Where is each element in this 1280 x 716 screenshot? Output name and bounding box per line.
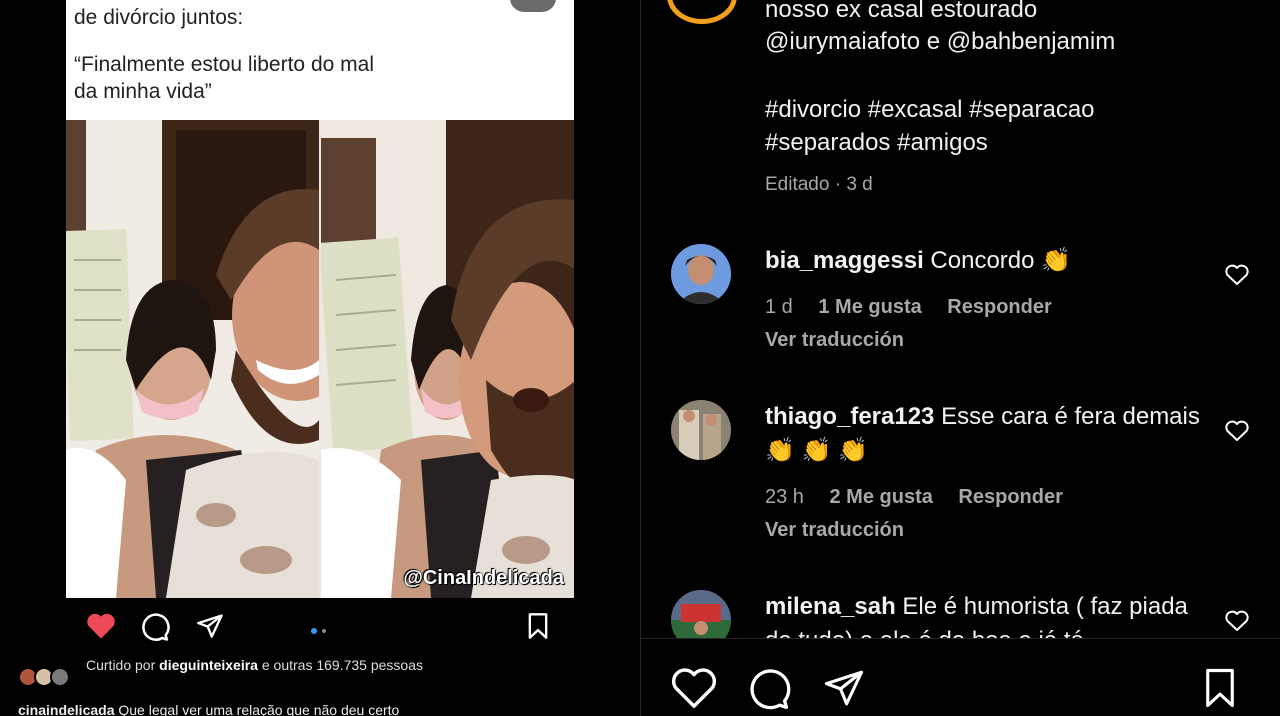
reply-button[interactable]: Responder [958,486,1062,508]
comment-text: thiago_fera123 Esse cara é fera demais 👏… [765,400,1205,468]
comment-icon[interactable] [747,667,791,716]
liked-by-suffix: e outras 169.735 pessoas [261,657,423,673]
meme-line: “Finalmente estou liberto do mal [74,53,374,76]
comment-meta: 23 h 2 Me gusta Responder [765,486,1083,509]
comment-likes[interactable]: 2 Me gusta [830,486,933,508]
caption-line: nosso ex casal estourado [765,0,1038,23]
caption-username[interactable]: cinaindelicada [18,702,114,716]
comment-meta: 1 d 1 Me gusta Responder [765,296,1072,319]
meme-caption-box: de divórcio juntos: “Finalmente estou li… [66,0,574,120]
share-icon[interactable] [196,612,224,645]
comment-body: Concordo 👏 [930,247,1072,274]
embedded-post-area: de divórcio juntos: “Finalmente estou li… [0,0,640,716]
carousel-dots-icon [310,622,330,640]
bookmark-icon[interactable] [526,612,550,645]
comments-scroll-area[interactable]: nosso ex casal estourado @iurymaiafoto e… [641,0,1280,638]
avatar[interactable] [671,244,731,304]
caption-hashtags: #divorcio #excasal #separacao [765,96,1095,123]
comment-text: milena_sah Ele é humorista ( faz piada d… [765,590,1205,638]
bookmark-icon[interactable] [1201,667,1239,714]
photo-frame-left [66,120,319,598]
meme-line: da minha vida” [74,80,212,103]
heart-icon[interactable] [1225,420,1249,447]
reply-button[interactable]: Responder [947,296,1051,318]
comment-text: bia_maggessi Concordo 👏 [765,244,1205,278]
comment-username[interactable]: milena_sah [765,593,896,620]
comment-time: 1 d [765,296,793,318]
see-translation-link[interactable]: Ver traducción [765,519,904,542]
liked-by-user[interactable]: dieguinteixeira [159,657,258,673]
photo-watermark: @CinaIndelicada [403,567,564,589]
see-translation-link[interactable]: Ver traducción [765,329,904,352]
heart-icon[interactable] [671,667,717,714]
caption-text: Que legal ver uma relação que não deu ce… [118,702,400,716]
comment-time: 23 h [765,486,804,508]
heart-icon[interactable] [1225,264,1249,291]
comment-username[interactable]: bia_maggessi [765,247,924,274]
share-icon[interactable] [823,667,865,714]
post-action-bar [66,598,574,656]
comments-action-bar [641,638,1280,716]
avatar [50,667,70,687]
avatar[interactable] [671,590,731,638]
likes-text[interactable]: Curtido por dieguinteixeira e outras 169… [86,655,466,675]
caption-hashtags: #separados #amigos [765,129,988,156]
liked-by-prefix: Curtido por [86,657,156,673]
avatar[interactable] [671,400,731,460]
comment-icon[interactable] [140,612,170,647]
meme-line: de divórcio juntos: [74,6,244,29]
comment-likes[interactable]: 1 Me gusta [818,296,921,318]
caption-line: @iurymaiafoto e @bahbenjamim [765,28,1116,55]
edited-label: Editado · 3 d [765,174,873,195]
comment-username[interactable]: thiago_fera123 [765,403,934,430]
post-caption-preview: cinaindelicada Que legal ver uma relação… [18,702,518,716]
post-photo[interactable]: @CinaIndelicada [66,120,574,598]
owner-avatar[interactable] [667,0,737,24]
post-card: de divórcio juntos: “Finalmente estou li… [66,0,574,716]
comments-panel: nosso ex casal estourado @iurymaiafoto e… [640,0,1280,716]
heart-icon[interactable] [86,612,116,645]
photo-frame-right [319,120,574,598]
heart-icon[interactable] [1225,610,1249,637]
